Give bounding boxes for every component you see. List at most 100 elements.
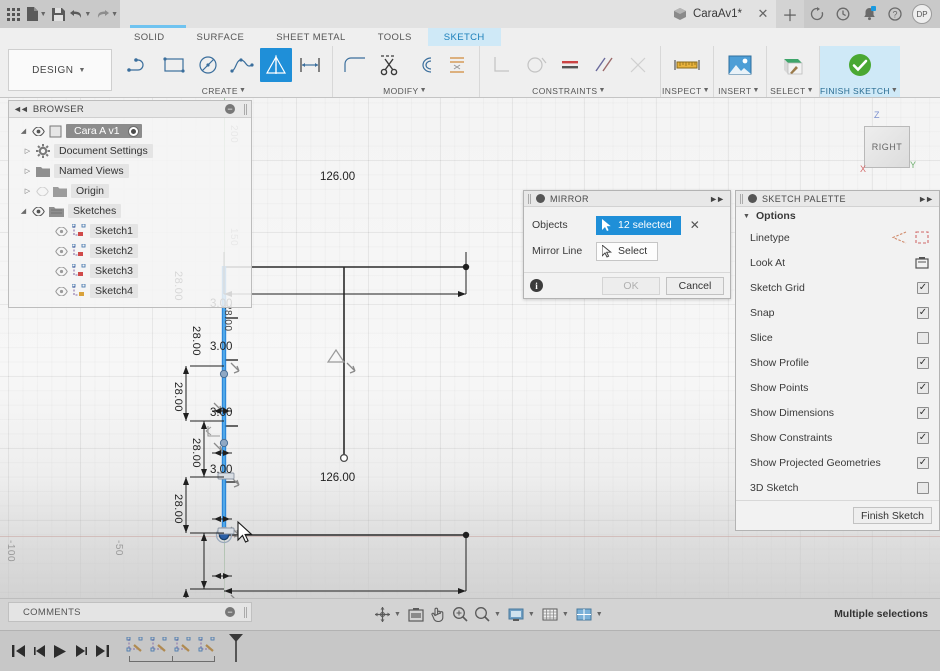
centerline-icon[interactable]: [915, 231, 929, 244]
dimension-3-3[interactable]: 3.00: [210, 407, 232, 419]
dimension-28-2[interactable]: 28.00: [190, 326, 202, 356]
sketch-grid-checkbox[interactable]: [917, 281, 929, 294]
dialog-drag-grip[interactable]: [528, 193, 531, 204]
cancel-button[interactable]: Cancel: [666, 276, 724, 295]
avatar[interactable]: DP: [912, 4, 932, 24]
step-back-icon[interactable]: [29, 640, 49, 662]
close-icon[interactable]: ✕: [750, 0, 776, 28]
design-workspace-menu[interactable]: DESIGN ▼: [8, 49, 112, 91]
display-mode-dropdown-caret[interactable]: ▼: [528, 611, 535, 618]
play-icon[interactable]: [50, 640, 70, 662]
dimension-126-top[interactable]: 126.00: [320, 171, 355, 183]
show-profile-checkbox[interactable]: [917, 356, 929, 369]
tangent-constraint-icon[interactable]: [520, 48, 552, 82]
expand-triangle-icon[interactable]: ▷: [23, 187, 32, 196]
view-cube[interactable]: Z RIGHT X Y: [846, 108, 922, 180]
new-document-icon[interactable]: [24, 3, 40, 25]
tree-item-origin[interactable]: ▷ Origin: [9, 181, 251, 201]
tree-item-root[interactable]: ◢ Cara A v1: [9, 121, 251, 141]
finish-sketch-button[interactable]: Finish Sketch: [852, 507, 932, 524]
visibility-eye-icon[interactable]: [55, 225, 68, 238]
finish-sketch-check-icon[interactable]: [840, 48, 880, 82]
rectangle-tool-icon[interactable]: [158, 48, 190, 82]
zoom-icon[interactable]: [472, 604, 492, 624]
visibility-eye-icon[interactable]: [32, 205, 45, 218]
step-forward-icon[interactable]: [71, 640, 91, 662]
tree-item-sketch4[interactable]: Sketch4: [9, 281, 251, 301]
dimension-inner-28[interactable]: 28.00: [222, 304, 233, 332]
undo-icon[interactable]: [68, 3, 84, 25]
mirror-line-select-button[interactable]: Select: [596, 241, 659, 261]
show-points-checkbox[interactable]: [917, 381, 929, 394]
break-tool-icon[interactable]: [441, 48, 473, 82]
mirror-tool-icon[interactable]: [260, 48, 292, 82]
dialog-collapse-icon[interactable]: ►►: [709, 194, 726, 204]
visibility-eye-icon[interactable]: [55, 245, 68, 258]
ribbon-group-finish-sketch[interactable]: FINISH SKETCH ▼: [820, 46, 901, 97]
ok-button[interactable]: OK: [602, 276, 660, 295]
viewports-icon[interactable]: [574, 604, 594, 624]
tab-sheet-metal[interactable]: SHEET METAL: [260, 28, 362, 46]
redo-icon[interactable]: [95, 3, 111, 25]
3d-sketch-checkbox[interactable]: [917, 481, 929, 494]
display-mode-icon[interactable]: [506, 604, 526, 624]
tree-item-sketch2[interactable]: Sketch2: [9, 241, 251, 261]
tab-tools[interactable]: TOOLS: [362, 28, 428, 46]
chevron-down-icon[interactable]: ▼: [753, 87, 760, 94]
tab-solid[interactable]: SOLID: [118, 28, 181, 46]
tree-item-sketch1[interactable]: Sketch1: [9, 221, 251, 241]
new-document-dropdown-caret[interactable]: ▼: [40, 11, 47, 18]
look-at-icon[interactable]: [915, 256, 929, 269]
dimension-tool-icon[interactable]: [294, 48, 326, 82]
expand-triangle-icon[interactable]: ▷: [23, 167, 32, 176]
dimension-28-3[interactable]: 28.00: [172, 382, 184, 412]
save-icon[interactable]: [51, 3, 67, 25]
redo-dropdown-caret[interactable]: ▼: [111, 11, 118, 18]
timeline-item-sketch3[interactable]: [173, 636, 193, 654]
expand-triangle-icon[interactable]: ◢: [19, 127, 28, 136]
palette-drag-grip[interactable]: [740, 193, 743, 204]
dimension-28-4[interactable]: 28.00: [190, 438, 202, 468]
construction-line-icon[interactable]: [892, 231, 907, 244]
orbit-icon[interactable]: [372, 604, 392, 624]
expand-triangle-icon[interactable]: ▷: [23, 147, 32, 156]
trim-tool-icon[interactable]: [373, 48, 405, 82]
equal-constraint-icon[interactable]: [554, 48, 586, 82]
offset-tool-icon[interactable]: [407, 48, 439, 82]
dimension-126-bottom[interactable]: 126.00: [320, 472, 355, 484]
expand-triangle-icon[interactable]: ◢: [19, 207, 28, 216]
show-projected-geometries-checkbox[interactable]: [917, 456, 929, 469]
show-dimensions-checkbox[interactable]: [917, 406, 929, 419]
undo-dropdown-caret[interactable]: ▼: [84, 11, 91, 18]
slice-checkbox[interactable]: [917, 331, 929, 344]
view-cube-face[interactable]: RIGHT: [864, 126, 910, 168]
help-icon[interactable]: ?: [882, 0, 908, 28]
collapse-arrows-icon[interactable]: ◄◄: [13, 104, 29, 114]
comments-minimize-icon[interactable]: −: [225, 607, 235, 617]
mirror-objects-selection[interactable]: 12 selected: [596, 215, 681, 235]
tree-item-named-views[interactable]: ▷ Named Views: [9, 161, 251, 181]
zoom-dropdown-caret[interactable]: ▼: [494, 611, 501, 618]
fillet-tool-icon[interactable]: [339, 48, 371, 82]
document-tab[interactable]: CaraAv1*: [662, 0, 750, 28]
skip-to-end-icon[interactable]: [92, 640, 112, 662]
dimension-3-2[interactable]: 3.00: [210, 341, 232, 353]
palette-collapse-icon[interactable]: ►►: [918, 194, 935, 204]
chevron-down-icon[interactable]: ▼: [891, 87, 898, 94]
tree-item-sketches[interactable]: ◢ Sketches: [9, 201, 251, 221]
sketch-palette-header[interactable]: SKETCH PALETTE ►►: [736, 191, 939, 207]
chevron-down-icon[interactable]: ▼: [598, 87, 605, 94]
select-tool-icon[interactable]: [773, 48, 813, 82]
grid-snap-dropdown-caret[interactable]: ▼: [562, 611, 569, 618]
chevron-down-icon[interactable]: ▼: [703, 87, 710, 94]
visibility-eye-icon[interactable]: [55, 265, 68, 278]
apps-grid-icon[interactable]: [6, 3, 22, 25]
timeline-item-sketch1[interactable]: [125, 636, 145, 654]
tab-sketch[interactable]: SKETCH: [427, 28, 501, 46]
insert-image-icon[interactable]: [720, 48, 760, 82]
snap-checkbox[interactable]: [917, 306, 929, 319]
visibility-eye-icon[interactable]: [36, 185, 49, 198]
grid-snap-icon[interactable]: [540, 604, 560, 624]
chevron-down-icon[interactable]: ▼: [420, 87, 427, 94]
dimension-28-5[interactable]: 28.00: [172, 494, 184, 524]
